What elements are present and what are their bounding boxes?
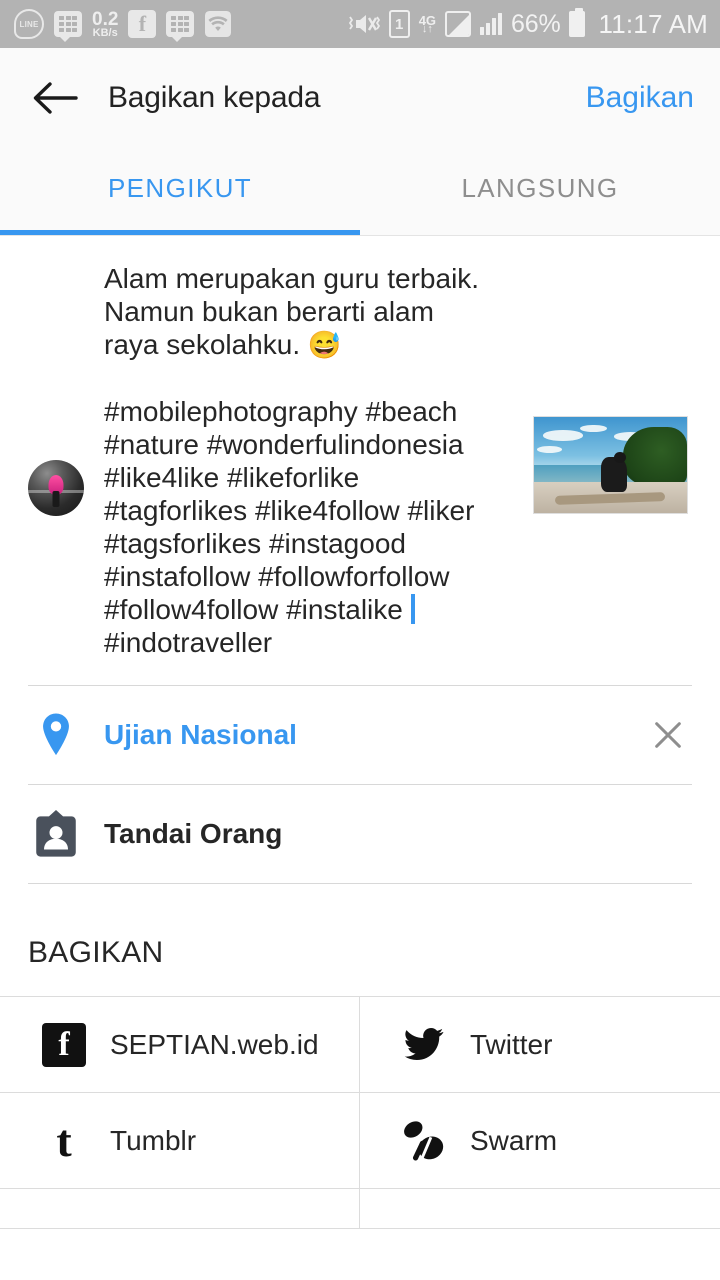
share-option-next-right[interactable] (360, 1189, 720, 1230)
text-caret (410, 594, 415, 625)
line-icon-label: LINE (19, 19, 39, 29)
share-option-facebook-label: SEPTIAN.web.id (110, 1028, 319, 1060)
sim-number: 1 (395, 15, 404, 33)
battery-percent: 66% (511, 9, 561, 38)
status-bar-clock: 11:17 AM (598, 8, 708, 39)
caption-section: Alam merupakan guru terbaik. Namun bukan… (0, 236, 720, 659)
line-icon: LINE (14, 9, 44, 39)
tab-bar: PENGIKUT LANGSUNG (0, 148, 720, 236)
location-label: Ujian Nasional (104, 719, 297, 751)
back-button[interactable] (28, 71, 82, 125)
share-option-swarm-label: Swarm (470, 1124, 558, 1156)
caption-hashtags: #mobilephotography #beach #nature #wonde… (104, 395, 483, 626)
tab-pengikut[interactable]: PENGIKUT (0, 148, 360, 235)
share-to-screen: LINE 0.2 KB/s f 1 4G ↓↑ 66% 11:17 AM Bag… (0, 0, 720, 1280)
caption-paragraph: Alam merupakan guru terbaik. Namun bukan… (104, 263, 487, 361)
network-speed-value: 0.2 (92, 8, 119, 30)
clear-location-button[interactable] (644, 711, 692, 759)
battery-icon (569, 8, 586, 37)
post-thumbnail[interactable] (533, 416, 688, 514)
share-option-tumblr-label: Tumblr (110, 1124, 197, 1156)
share-option-facebook[interactable]: f SEPTIAN.web.id (0, 997, 360, 1094)
tab-indicator (0, 230, 360, 235)
close-icon (655, 722, 681, 749)
swarm-icon (398, 1118, 450, 1164)
share-option-next-left[interactable] (0, 1189, 360, 1230)
page-title: Bagikan kepada (108, 81, 321, 114)
tag-person-icon (28, 810, 84, 858)
facebook-icon: f (38, 1022, 90, 1067)
twitter-icon (398, 1024, 450, 1066)
share-option-tumblr[interactable]: t Tumblr (0, 1093, 360, 1190)
tab-langsung[interactable]: LANGSUNG (360, 148, 720, 235)
facebook-icon: f (128, 10, 157, 38)
share-option-twitter-label: Twitter (470, 1028, 553, 1060)
app-bar: Bagikan kepada Bagikan (0, 48, 720, 148)
location-pin-icon (28, 712, 84, 758)
back-arrow-icon (33, 82, 78, 114)
share-section-title: BAGIKAN (28, 936, 164, 970)
sim-icon: 1 (388, 10, 410, 38)
status-bar-right-icons: 1 4G ↓↑ 66% 11:17 AM (346, 8, 708, 40)
network-speed-unit: KB/s (92, 26, 118, 39)
mute-vibrate-icon (348, 15, 380, 33)
network-speed-indicator: 0.2 KB/s (92, 10, 118, 39)
tumblr-icon: t (56, 1114, 72, 1166)
tag-people-label: Tandai Orang (104, 818, 283, 850)
caption-emoji: 😅 (307, 330, 342, 361)
share-button[interactable]: Bagikan (586, 81, 694, 115)
bbm-chat-icon (166, 11, 195, 42)
status-bar: LINE 0.2 KB/s f 1 4G ↓↑ 66% 11:17 AM (0, 0, 720, 48)
option-row-location[interactable]: Ujian Nasional (0, 686, 720, 784)
bbm-icon (54, 11, 82, 42)
share-option-twitter[interactable]: Twitter (360, 997, 720, 1094)
caption-hashtag-last: #indotraveller (104, 627, 273, 659)
caption-input[interactable]: Alam merupakan guru terbaik. Namun bukan… (104, 262, 496, 659)
signal-bars-icon (480, 13, 503, 35)
option-row-tag-people[interactable]: Tandai Orang (0, 785, 720, 883)
wifi-icon (205, 11, 232, 37)
avatar (28, 460, 84, 516)
status-bar-left-icons: LINE 0.2 KB/s f (14, 9, 232, 42)
4g-icon: 4G ↓↑ (418, 12, 437, 35)
signal-empty-icon (445, 11, 472, 37)
share-option-swarm[interactable]: Swarm (360, 1093, 720, 1190)
share-options-grid: f SEPTIAN.web.id Twitter t Tumblr Swarm (0, 996, 720, 1230)
